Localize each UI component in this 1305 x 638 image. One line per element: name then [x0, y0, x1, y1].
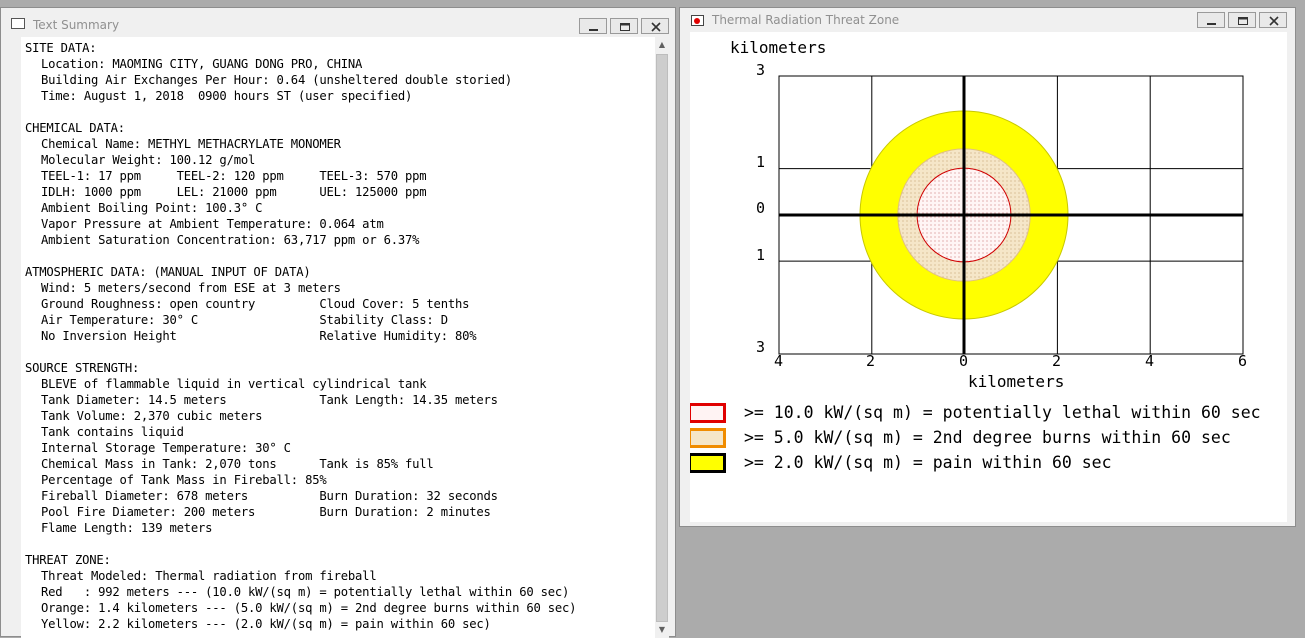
text-summary-content: SITE DATA: Location: MAOMING CITY, GUANG … — [21, 37, 655, 638]
report-line: Ground Roughness: open country Cloud Cov… — [41, 297, 470, 311]
section-heading: ATMOSPHERIC DATA: (MANUAL INPUT OF DATA) — [25, 265, 311, 279]
vertical-scrollbar[interactable]: ▲ ▼ — [655, 37, 669, 638]
section-heading: SITE DATA: — [25, 41, 97, 55]
legend-label-orange: >= 5.0 kW/(sq m) = 2nd degree burns with… — [744, 428, 1231, 447]
report-line: IDLH: 1000 ppm LEL: 21000 ppm UEL: 12500… — [41, 185, 427, 199]
report-line: Molecular Weight: 100.12 g/mol — [41, 153, 256, 167]
window-app-icon — [11, 18, 25, 29]
legend-label-red: >= 10.0 kW/(sq m) = potentially lethal w… — [744, 403, 1261, 422]
report-line: Tank Diameter: 14.5 meters Tank Length: … — [41, 393, 498, 407]
threat-zone-window: Thermal Radiation Threat Zone kilometers… — [679, 7, 1296, 527]
scrollbar-thumb[interactable] — [656, 54, 668, 622]
report-line: Ambient Saturation Concentration: 63,717… — [41, 233, 420, 247]
report-line: BLEVE of flammable liquid in vertical cy… — [41, 377, 427, 391]
text-summary-title: Text Summary — [33, 18, 120, 32]
minimize-icon — [1207, 23, 1216, 25]
text-summary-titlebar[interactable]: Text Summary — [1, 8, 675, 38]
report-line: Yellow: 2.2 kilometers --- (2.0 kW/(sq m… — [41, 617, 491, 631]
report-line: Fireball Diameter: 678 meters Burn Durat… — [41, 489, 498, 503]
section-heading: SOURCE STRENGTH: — [25, 361, 140, 375]
legend-item-yellow: >= 2.0 kW/(sq m) = pain within 60 sec — [690, 453, 1287, 477]
close-button[interactable] — [641, 18, 669, 34]
report-line: Red : 992 meters --- (10.0 kW/(sq m) = p… — [41, 585, 570, 599]
legend-item-red: >= 10.0 kW/(sq m) = potentially lethal w… — [690, 403, 1287, 427]
x-tick-label: 6 — [1238, 352, 1248, 370]
report-line: Internal Storage Temperature: 30° C — [41, 441, 291, 455]
report-line: No Inversion Height Relative Humidity: 8… — [41, 329, 477, 343]
maximize-button[interactable] — [1228, 12, 1256, 28]
report-line: Chemical Mass in Tank: 2,070 tons Tank i… — [41, 457, 434, 471]
x-tick-label: 0 — [959, 352, 969, 370]
report-line: TEEL-1: 17 ppm TEEL-2: 120 ppm TEEL-3: 5… — [41, 169, 427, 183]
maximize-icon — [1238, 17, 1248, 25]
report-line: Threat Modeled: Thermal radiation from f… — [41, 569, 377, 583]
report-line: Vapor Pressure at Ambient Temperature: 0… — [41, 217, 384, 231]
report-line: Chemical Name: METHYL METHACRYLATE MONOM… — [41, 137, 341, 151]
x-tick-label: 2 — [866, 352, 876, 370]
report-line: Percentage of Tank Mass in Fireball: 85% — [41, 473, 327, 487]
report-line: Pool Fire Diameter: 200 meters Burn Dura… — [41, 505, 491, 519]
maximize-icon — [620, 23, 630, 31]
threat-zone-plot-area: kilometers 3 1 0 1 3 4 2 0 2 4 6 kilomet… — [690, 32, 1287, 522]
legend-label-yellow: >= 2.0 kW/(sq m) = pain within 60 sec — [744, 453, 1112, 472]
x-tick-label: 4 — [1145, 352, 1155, 370]
section-heading: THREAT ZONE: — [25, 553, 111, 567]
report-line: Tank contains liquid — [41, 425, 184, 439]
maximize-button[interactable] — [610, 18, 638, 34]
threat-zone-title: Thermal Radiation Threat Zone — [712, 13, 900, 27]
report-line: Tank Volume: 2,370 cubic meters — [41, 409, 263, 423]
scroll-down-arrow-icon[interactable]: ▼ — [655, 622, 669, 638]
report-line: Orange: 1.4 kilometers --- (5.0 kW/(sq m… — [41, 601, 577, 615]
report-line: Time: August 1, 2018 0900 hours ST (user… — [41, 89, 413, 103]
report-line: Location: MAOMING CITY, GUANG DONG PRO, … — [41, 57, 363, 71]
legend-item-orange: >= 5.0 kW/(sq m) = 2nd degree burns with… — [690, 428, 1287, 452]
x-axis-unit-label: kilometers — [968, 372, 1065, 391]
legend-swatch-yellow — [690, 453, 726, 473]
threat-app-icon — [691, 15, 704, 26]
legend-swatch-orange — [690, 428, 726, 448]
minimize-button[interactable] — [579, 18, 607, 34]
report-line: Wind: 5 meters/second from ESE at 3 mete… — [41, 281, 341, 295]
minimize-button[interactable] — [1197, 12, 1225, 28]
close-icon — [1269, 16, 1279, 26]
report-line: Flame Length: 139 meters — [41, 521, 213, 535]
legend-swatch-red — [690, 403, 726, 423]
scroll-up-arrow-icon[interactable]: ▲ — [655, 37, 669, 53]
x-tick-label: 4 — [774, 352, 784, 370]
minimize-icon — [589, 29, 598, 31]
text-summary-window: Text Summary SITE DATA: Location: MAOMING… — [0, 7, 676, 638]
close-button[interactable] — [1259, 12, 1287, 28]
report-line: Building Air Exchanges Per Hour: 0.64 (u… — [41, 73, 513, 87]
section-heading: CHEMICAL DATA: — [25, 121, 125, 135]
threat-zone-graph — [778, 75, 1244, 355]
text-report: SITE DATA: Location: MAOMING CITY, GUANG … — [21, 37, 655, 632]
report-line: Ambient Boiling Point: 100.3° C — [41, 201, 263, 215]
report-line: Air Temperature: 30° C Stability Class: … — [41, 313, 448, 327]
close-icon — [651, 22, 661, 32]
x-tick-label: 2 — [1052, 352, 1062, 370]
